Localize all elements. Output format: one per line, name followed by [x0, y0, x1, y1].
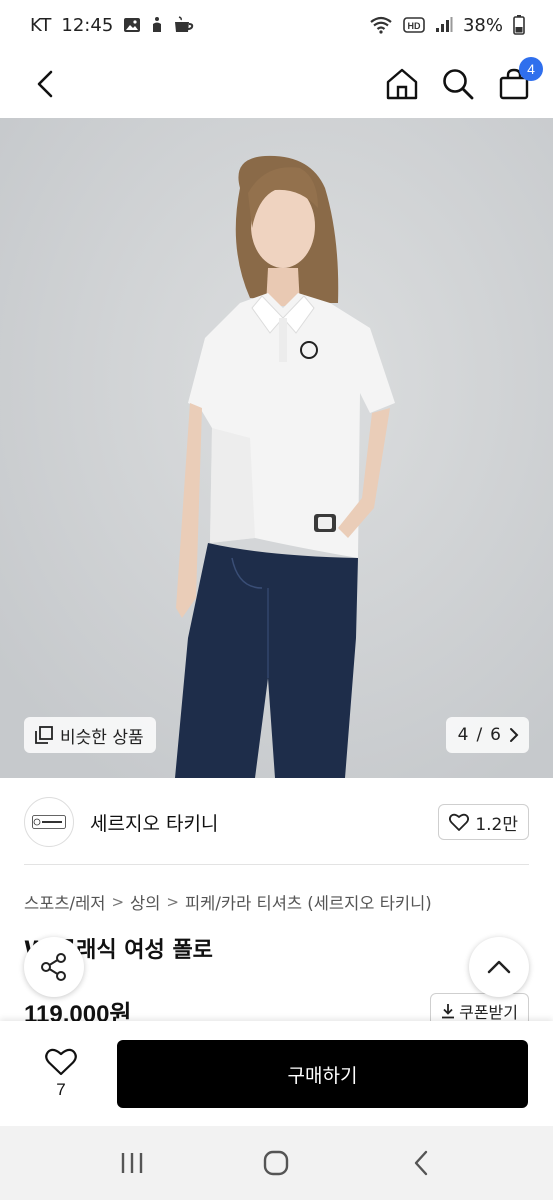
similar-products-label: 비슷한 상품	[60, 727, 144, 748]
buy-button[interactable]: 구매하기	[117, 1040, 528, 1108]
app-header: 4	[0, 50, 553, 118]
share-button[interactable]	[24, 937, 84, 997]
brand-row[interactable]: 세르지오 타키니 1.2만	[0, 778, 553, 866]
chevron-right-icon: >	[111, 893, 125, 911]
share-icon	[41, 953, 66, 981]
chevron-up-icon	[487, 960, 511, 974]
product-photo	[0, 118, 553, 778]
back-button[interactable]	[28, 67, 62, 101]
recent-apps-button[interactable]	[102, 1133, 162, 1193]
brand-logo-mark	[32, 815, 66, 829]
back-nav-icon	[414, 1150, 428, 1176]
brand-like-button[interactable]: 1.2만	[438, 804, 529, 840]
breadcrumb-item-polo[interactable]: 피케/카라 티셔츠 (세르지오 타키니)	[185, 890, 432, 914]
page-current: 4	[457, 725, 469, 745]
status-bar: KT 12:45 HD 38%	[0, 0, 553, 50]
carrier-label: KT	[30, 14, 52, 36]
wifi-icon	[369, 16, 393, 34]
product-image[interactable]: 비슷한 상품 4 / 6	[0, 118, 553, 778]
clock: 12:45	[61, 14, 114, 36]
home-icon	[386, 68, 418, 100]
purchase-bar: 7 구매하기	[0, 1021, 553, 1126]
home-nav-icon	[264, 1150, 289, 1176]
similar-products-button[interactable]: 비슷한 상품	[24, 717, 156, 753]
coffee-app-icon	[173, 16, 195, 34]
recent-apps-icon	[121, 1153, 143, 1173]
breadcrumb-item-tops[interactable]: 상의	[130, 890, 160, 914]
search-button[interactable]	[441, 67, 475, 101]
breadcrumb-item-sports[interactable]: 스포츠/레저	[24, 890, 105, 914]
svg-text:HD: HD	[407, 21, 420, 31]
divider	[24, 864, 529, 865]
gallery-notification-icon	[123, 17, 141, 33]
breadcrumb: 스포츠/레저 > 상의 > 피케/카라 티셔츠 (세르지오 타키니)	[24, 890, 432, 914]
heart-icon	[45, 1048, 77, 1076]
coupon-label: 쿠폰받기	[459, 1003, 518, 1022]
chevron-right-icon	[510, 728, 519, 742]
signal-icon	[435, 17, 453, 33]
page-total: 6	[490, 725, 501, 745]
hd-voice-icon: HD	[403, 17, 425, 33]
wishlist-count: 7	[56, 1080, 66, 1099]
image-page-indicator[interactable]: 4 / 6	[445, 717, 529, 753]
home-button[interactable]	[385, 67, 419, 101]
brand-like-count: 1.2만	[475, 814, 518, 835]
cart-button[interactable]: 4	[497, 57, 543, 101]
back-arrow-icon	[37, 70, 53, 98]
notification-icon	[151, 16, 163, 34]
wishlist-button[interactable]: 7	[26, 1041, 96, 1107]
chevron-right-icon: >	[166, 893, 179, 911]
heart-icon	[449, 813, 470, 831]
battery-icon	[513, 15, 525, 35]
back-nav-button[interactable]	[391, 1133, 451, 1193]
system-nav-bar	[0, 1126, 553, 1200]
download-icon	[442, 1004, 455, 1019]
scroll-top-button[interactable]	[469, 937, 529, 997]
battery-percent: 38%	[462, 14, 503, 36]
similar-items-icon	[35, 726, 53, 744]
page-separator: /	[476, 725, 483, 745]
brand-name[interactable]: 세르지오 타키니	[90, 809, 438, 836]
brand-logo[interactable]	[24, 797, 74, 847]
cart-count-badge: 4	[519, 57, 543, 81]
search-icon	[443, 69, 474, 100]
home-nav-button[interactable]	[246, 1133, 306, 1193]
